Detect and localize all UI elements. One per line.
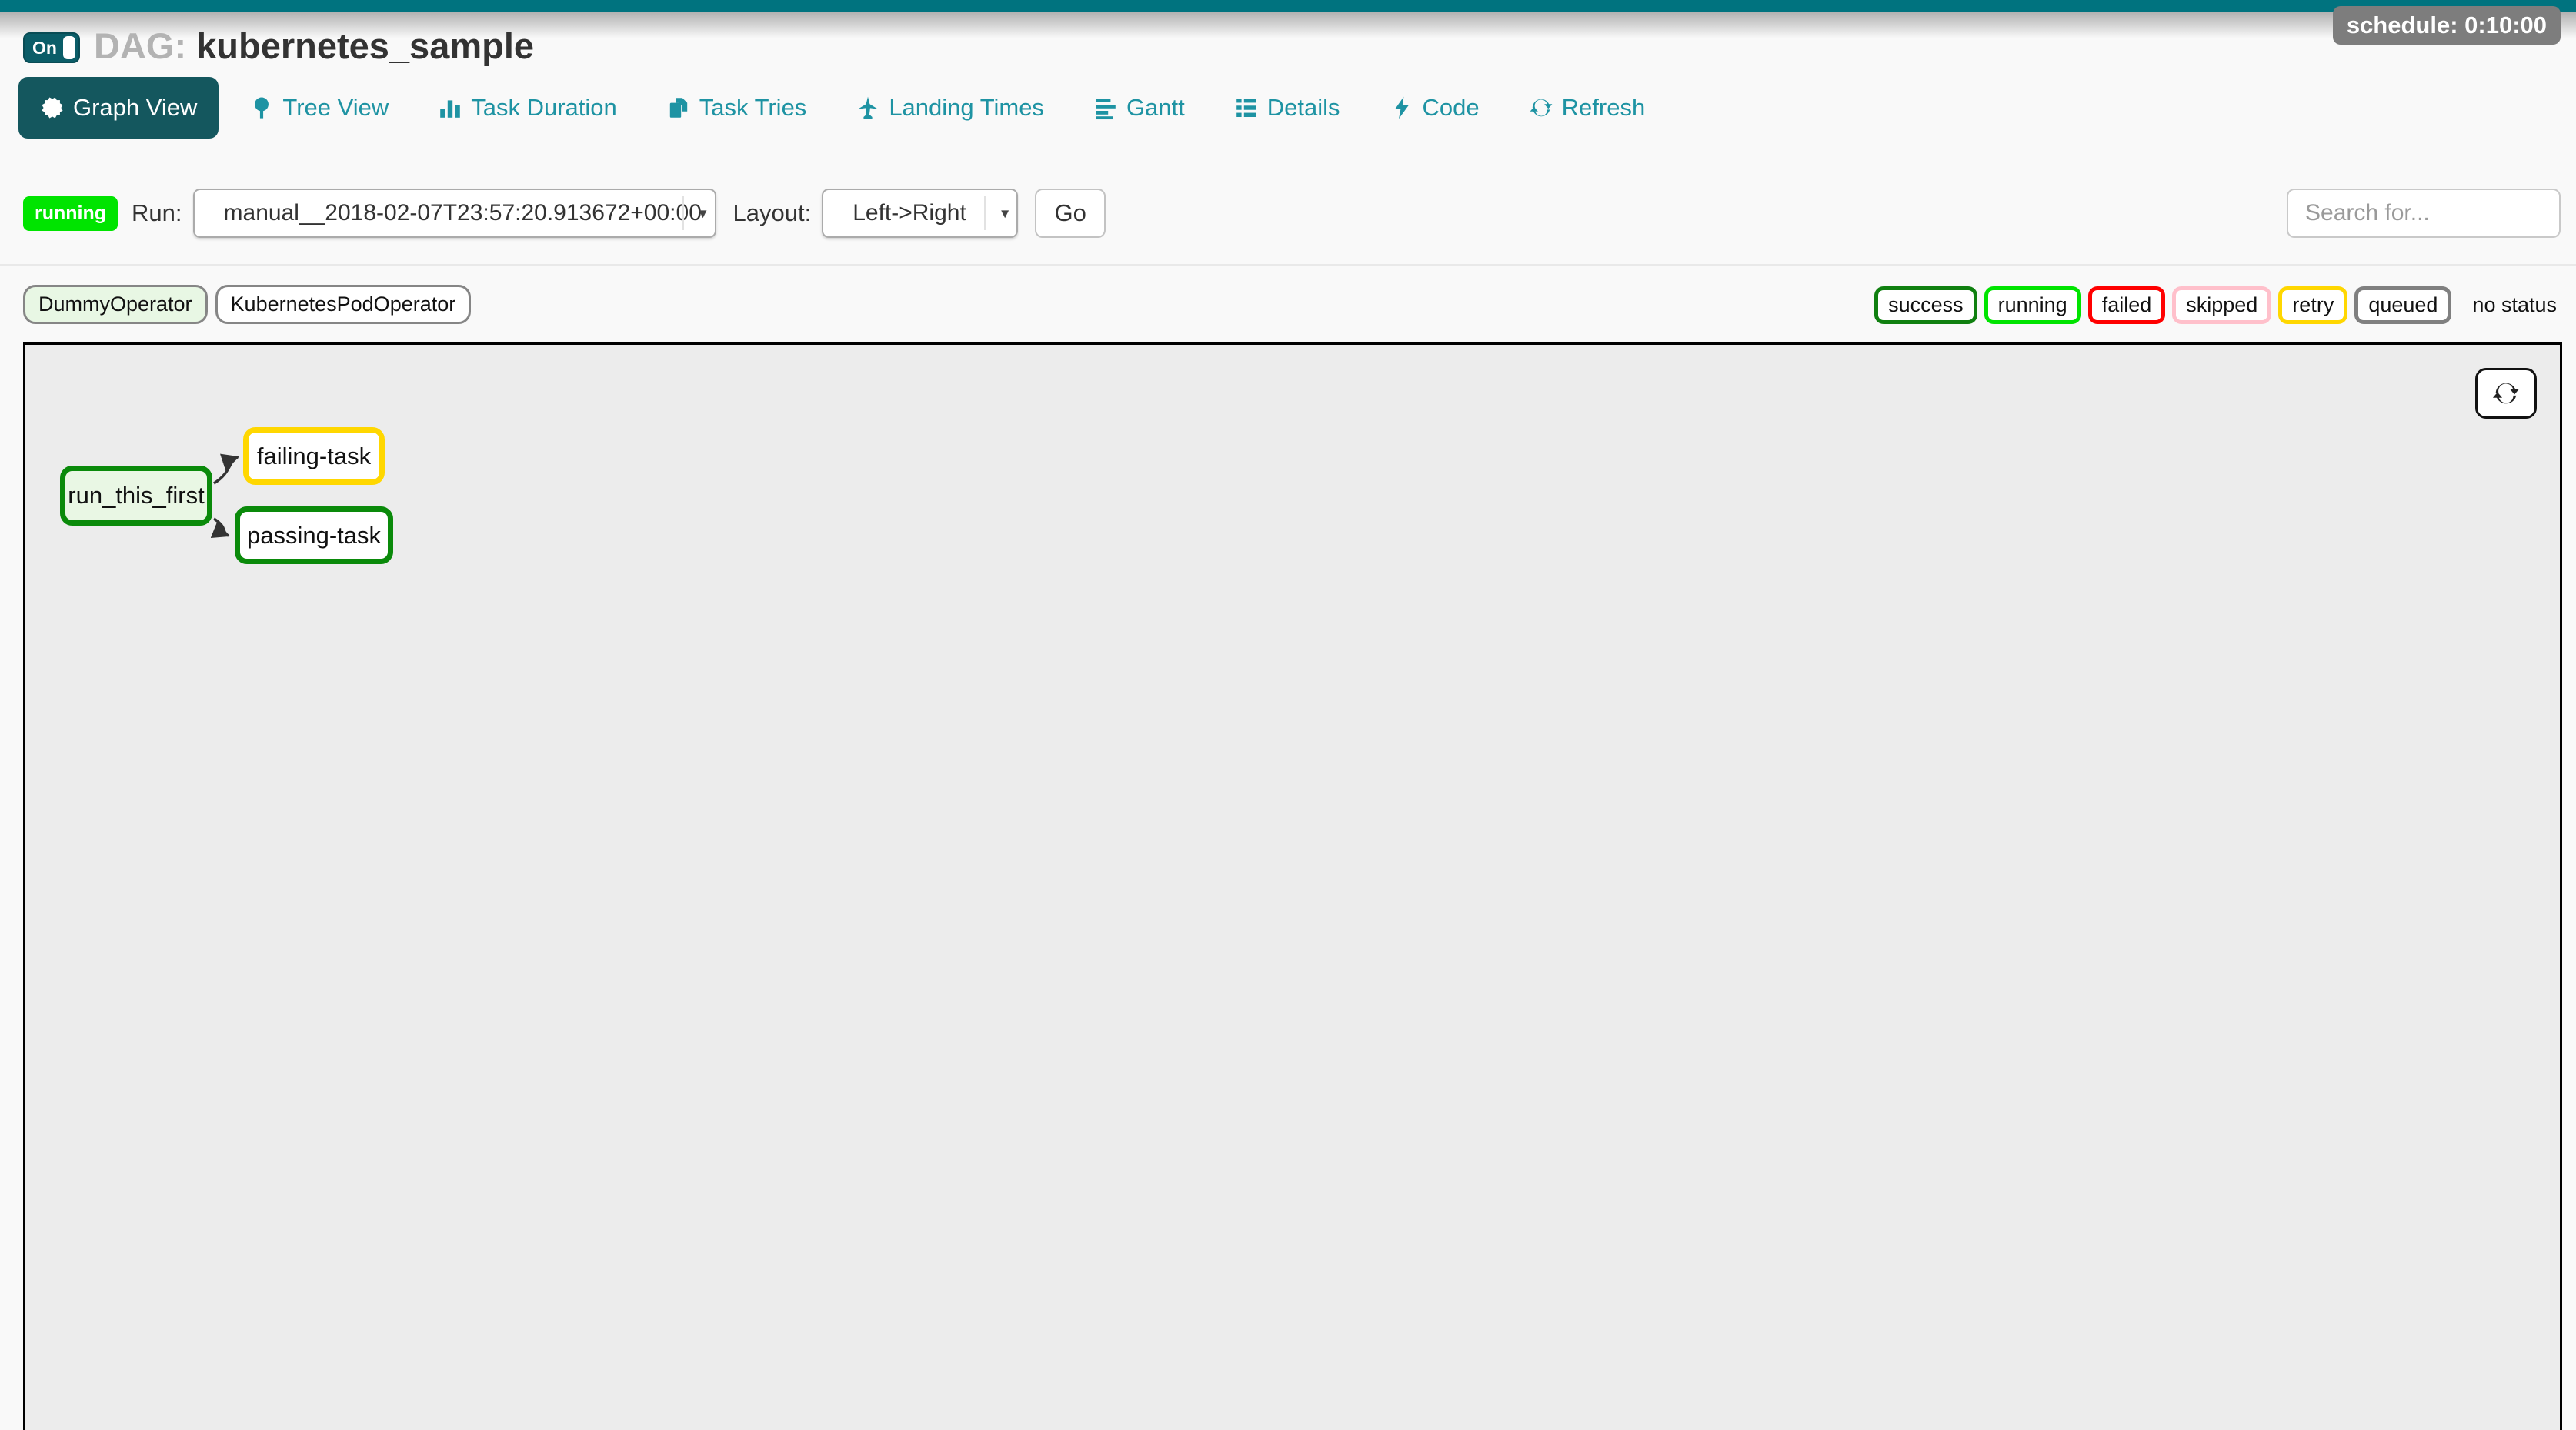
chevron-down-icon: ▾: [699, 204, 706, 223]
tab-label: Task Tries: [699, 94, 807, 122]
edge-run-this-first-to-failing-task: [214, 457, 238, 483]
airflow-dag-page: schedule: 0:10:00 On DAG: kubernetes_sam…: [0, 0, 2576, 1430]
operator-badge: DummyOperator: [23, 285, 208, 324]
tree-icon: [249, 95, 274, 120]
graph-refresh-button[interactable]: [2475, 368, 2537, 419]
task-node-run-this-first[interactable]: run_this_first: [60, 466, 212, 526]
search-input[interactable]: [2287, 189, 2561, 238]
schedule-badge: schedule: 0:10:00: [2333, 6, 2561, 45]
select-divider: [682, 196, 684, 230]
run-select-value: manual__2018-02-07T23:57:20.913672+00:00: [224, 200, 702, 226]
select-divider: [984, 196, 986, 230]
run-toolbar: running Run: manual__2018-02-07T23:57:20…: [23, 189, 1106, 238]
bolt-icon: [1390, 95, 1414, 120]
tab-label: Gantt: [1126, 94, 1185, 122]
go-button[interactable]: Go: [1035, 189, 1106, 238]
toggle-handle[interactable]: [63, 36, 75, 59]
state-legend-badge: queued: [2354, 286, 2451, 324]
list-icon: [1234, 95, 1259, 120]
tab-refresh[interactable]: Refresh: [1529, 94, 1646, 122]
operator-badge: KubernetesPodOperator: [215, 285, 472, 324]
dag-run-state-badge: running: [23, 196, 118, 231]
divider: [0, 264, 2576, 266]
tab-tree-view[interactable]: Tree View: [249, 94, 389, 122]
state-legend-badge: skipped: [2172, 286, 2271, 324]
page-title: DAG: kubernetes_sample: [94, 25, 534, 67]
run-select[interactable]: manual__2018-02-07T23:57:20.913672+00:00…: [193, 189, 716, 238]
align-left-icon: [1093, 95, 1118, 120]
run-label: Run:: [132, 199, 182, 227]
tab-label: Tree View: [282, 94, 389, 122]
task-node-failing-task[interactable]: failing-task: [243, 427, 385, 485]
tab-gantt[interactable]: Gantt: [1093, 94, 1185, 122]
refresh-icon: [2491, 379, 2521, 408]
layout-label: Layout:: [733, 199, 812, 227]
state-legend-badge: failed: [2088, 286, 2166, 324]
state-legend-badge: no status: [2458, 286, 2562, 324]
top-nav-bar: [0, 0, 2576, 12]
tab-label: Details: [1267, 94, 1340, 122]
layout-select-value: Left->Right: [853, 200, 966, 226]
plane-icon: [856, 95, 880, 120]
state-legend-badge: retry: [2278, 286, 2347, 324]
edge-run-this-first-to-passing-task: [214, 519, 229, 536]
tab-code[interactable]: Code: [1390, 94, 1480, 122]
layout-select[interactable]: Left->Right ▾: [822, 189, 1018, 238]
burst-icon: [40, 95, 65, 120]
state-legend-badge: running: [1984, 286, 2081, 324]
tab-task-tries[interactable]: Task Tries: [666, 94, 807, 122]
tab-label: Landing Times: [889, 94, 1044, 122]
tab-graph-view[interactable]: Graph View: [18, 77, 219, 139]
bar-chart-icon: [438, 95, 462, 120]
task-node-passing-task[interactable]: passing-task: [235, 506, 393, 564]
tab-task-duration[interactable]: Task Duration: [438, 94, 617, 122]
tab-label: Refresh: [1562, 94, 1646, 122]
refresh-icon: [1529, 95, 1553, 120]
dag-on-off-toggle[interactable]: On: [23, 32, 80, 63]
tab-label: Code: [1423, 94, 1480, 122]
state-legend: successrunningfailedskippedretryqueuedno…: [1874, 286, 2562, 324]
chevron-down-icon: ▾: [1001, 204, 1009, 223]
dag-prefix-label: DAG:: [94, 25, 186, 66]
view-tabs: Graph View Tree View Task Duration Task …: [18, 77, 1694, 139]
toggle-on-label: On: [32, 38, 57, 58]
dag-graph-canvas[interactable]: run_this_first failing-task passing-task: [23, 342, 2562, 1430]
operator-legend: DummyOperatorKubernetesPodOperator: [23, 285, 471, 324]
dag-name: kubernetes_sample: [196, 25, 534, 66]
tab-label: Graph View: [73, 94, 197, 122]
state-legend-badge: success: [1874, 286, 1977, 324]
tab-details[interactable]: Details: [1234, 94, 1340, 122]
copies-icon: [666, 95, 691, 120]
tab-label: Task Duration: [471, 94, 617, 122]
tab-landing-times[interactable]: Landing Times: [856, 94, 1044, 122]
